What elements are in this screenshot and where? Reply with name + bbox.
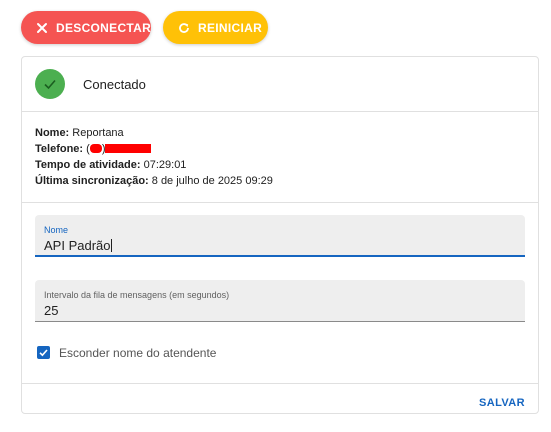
- hide-agent-name-label: Esconder nome do atendente: [59, 345, 217, 360]
- info-uptime-label: Tempo de atividade:: [35, 159, 141, 171]
- name-field-value-wrap: API Padrão: [44, 238, 516, 253]
- connection-card: Conectado Nome: Reportana Telefone: () T…: [21, 56, 539, 414]
- hide-agent-name-checkbox[interactable]: [37, 346, 50, 359]
- info-uptime: Tempo de atividade: 07:29:01: [35, 157, 525, 173]
- restart-label: REINICIAR: [198, 20, 263, 35]
- name-field-value: API Padrão: [44, 238, 111, 253]
- info-name: Nome: Reportana: [35, 125, 525, 141]
- text-caret: [110, 239, 112, 252]
- disconnect-button[interactable]: DESCONECTAR: [21, 11, 151, 44]
- toolbar: DESCONECTAR REINICIAR: [21, 11, 268, 44]
- phone-redaction: [105, 144, 152, 153]
- settings-form: Nome API Padrão Intervalo da fila de men…: [22, 203, 538, 384]
- phone-redaction: [89, 144, 102, 153]
- refresh-icon: [177, 21, 191, 35]
- info-phone: Telefone: (): [35, 141, 525, 157]
- save-button[interactable]: SALVAR: [479, 397, 525, 409]
- queue-interval-value: 25: [44, 303, 59, 318]
- disconnect-label: DESCONECTAR: [56, 20, 152, 35]
- name-field[interactable]: Nome API Padrão: [35, 215, 525, 257]
- hide-agent-name-row[interactable]: Esconder nome do atendente: [22, 322, 538, 384]
- card-footer: SALVAR: [22, 384, 538, 422]
- queue-interval-field[interactable]: Intervalo da fila de mensagens (em segun…: [35, 280, 525, 322]
- restart-button[interactable]: REINICIAR: [163, 11, 268, 44]
- queue-interval-label: Intervalo da fila de mensagens (em segun…: [44, 290, 230, 300]
- info-phone-label: Telefone:: [35, 143, 84, 155]
- info-sync-value: 8 de julho de 2025 09:29: [151, 175, 273, 187]
- info-sync-label: Última sincronização:: [35, 175, 149, 187]
- info-name-label: Nome:: [35, 127, 70, 139]
- close-icon: [35, 21, 49, 35]
- status-label: Conectado: [83, 76, 146, 92]
- info-last-sync: Última sincronização: 8 de julho de 2025…: [35, 173, 525, 189]
- name-field-label: Nome: [44, 225, 69, 235]
- connected-check-icon: [35, 69, 65, 99]
- status-row: Conectado: [22, 57, 538, 112]
- info-uptime-value: 07:29:01: [143, 159, 187, 171]
- connection-info: Nome: Reportana Telefone: () Tempo de at…: [22, 112, 538, 203]
- checkmark-icon: [39, 349, 48, 357]
- info-name-value: Reportana: [72, 127, 124, 139]
